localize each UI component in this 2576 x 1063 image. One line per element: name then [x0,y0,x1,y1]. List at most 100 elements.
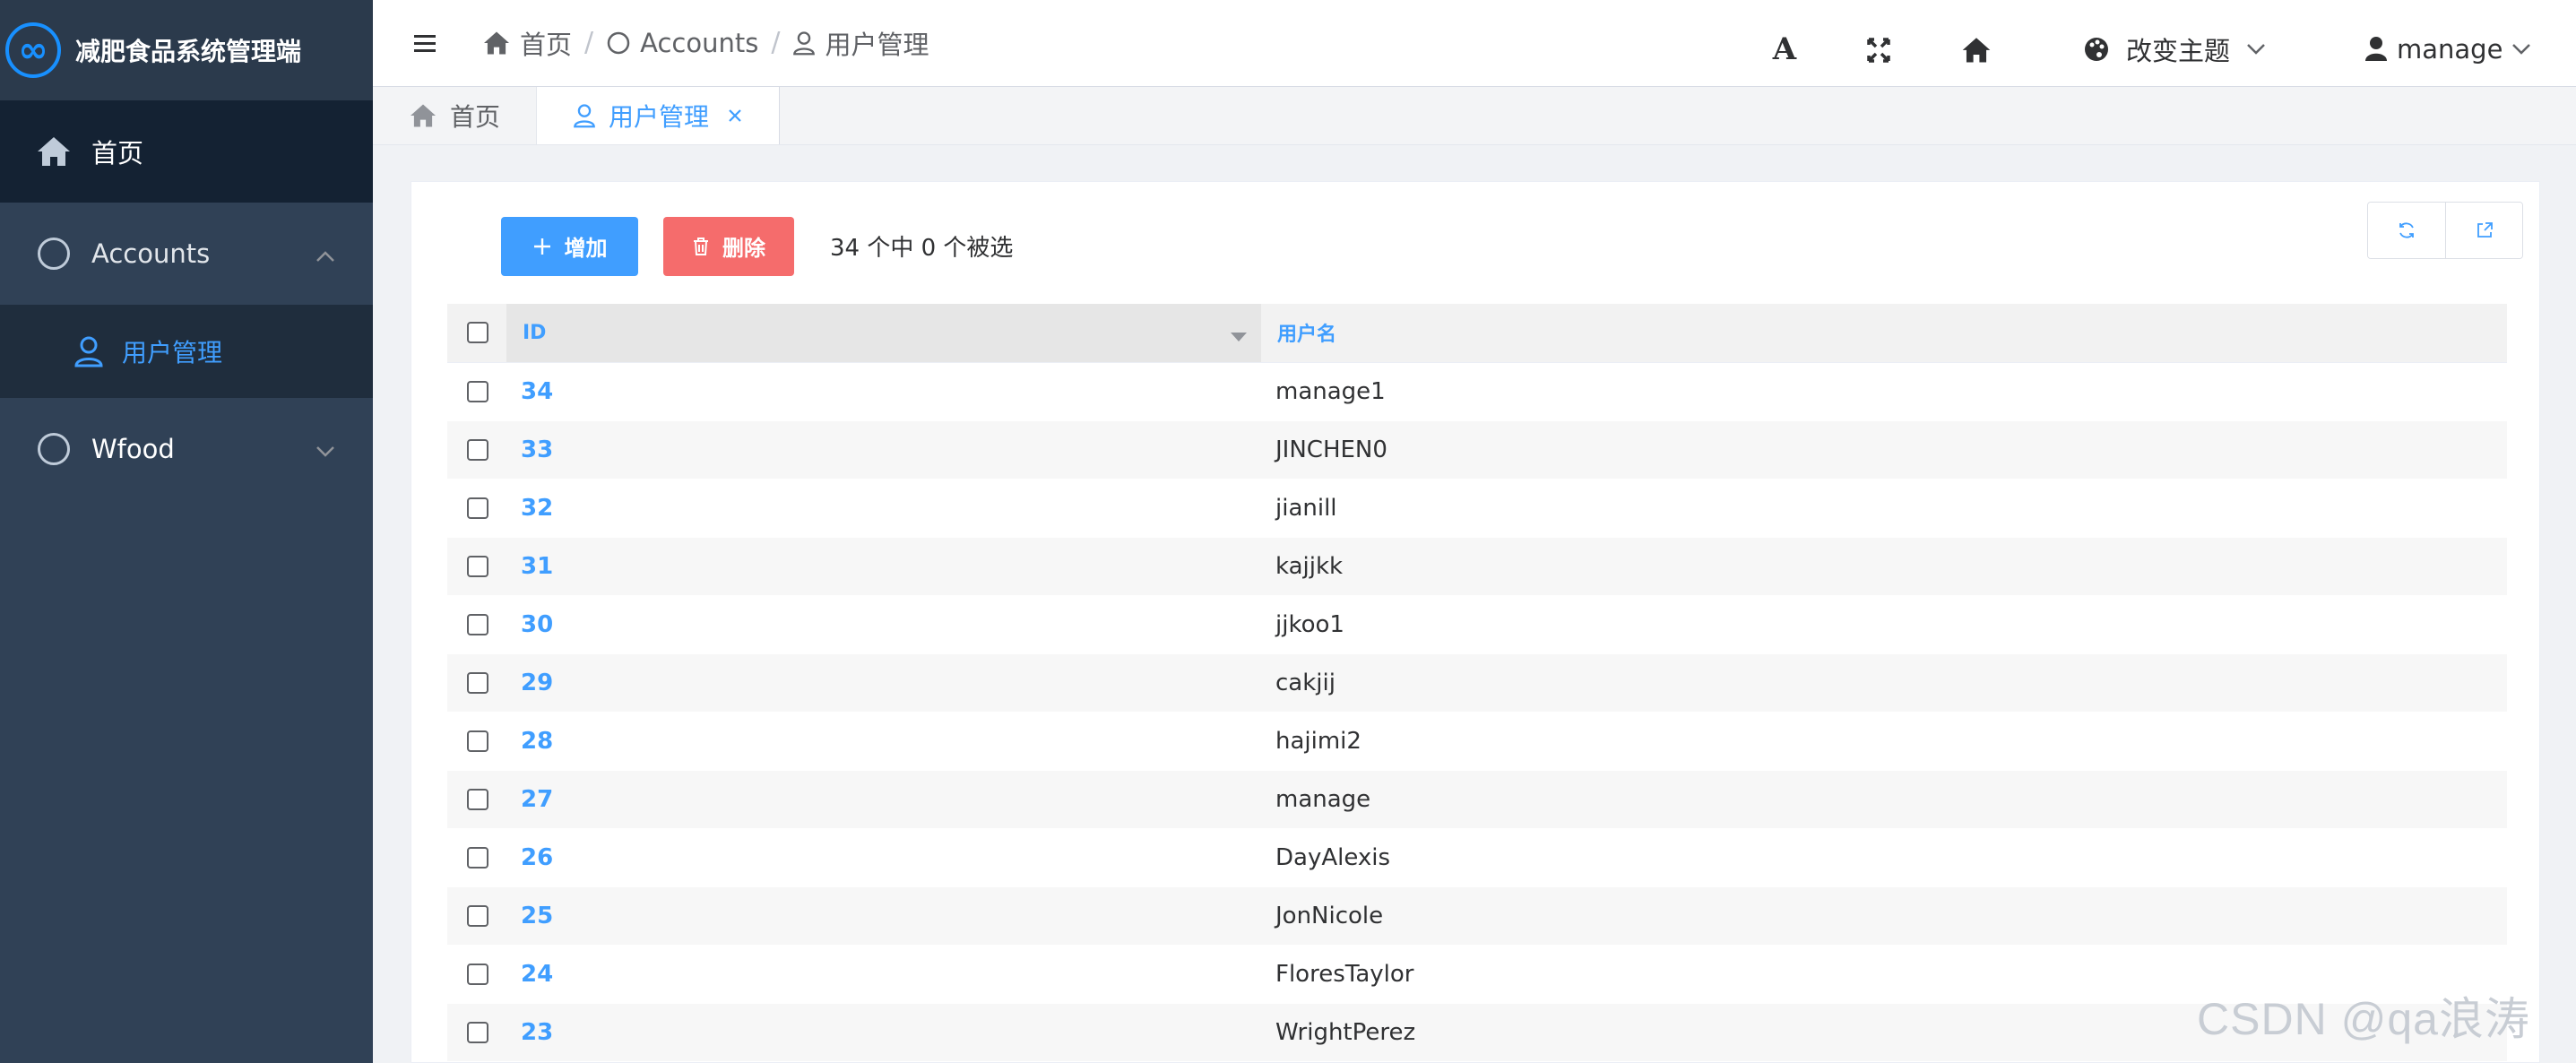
trash-icon [694,237,708,255]
column-header-id[interactable]: ID [506,303,1261,363]
row-checkbox[interactable] [467,730,488,752]
id-cell[interactable]: 30 [506,595,1261,654]
table-row[interactable]: 34 manage1 [447,362,2507,421]
table-row[interactable]: 26 DayAlexis [447,828,2507,887]
close-icon[interactable] [727,108,743,124]
select-all-cell [447,303,506,363]
breadcrumb-separator: / [584,27,594,59]
refresh-icon [2399,221,2414,238]
row-checkbox[interactable] [467,497,488,519]
chevron-down-icon [316,434,335,464]
table-row[interactable]: 29 cakjij [447,653,2507,713]
row-checkbox[interactable] [467,672,488,694]
table-header-row: ID 用户名 [447,303,2507,363]
id-cell[interactable]: 24 [506,945,1261,1004]
row-select-cell [447,420,506,480]
row-select-cell [447,828,506,887]
export-button[interactable] [2445,202,2522,258]
top-navbar: 首页 / Accounts / 用户管理 A 改变主题 manage [373,0,2576,87]
user-name: manage [2397,34,2503,65]
row-checkbox[interactable] [467,556,488,577]
table-row[interactable]: 31 kajjkk [447,537,2507,596]
row-checkbox[interactable] [467,1022,488,1043]
row-select-cell [447,712,506,771]
id-cell[interactable]: 32 [506,479,1261,538]
chevron-up-icon [316,238,335,269]
tab-home[interactable]: 首页 [373,86,538,144]
id-cell[interactable]: 31 [506,537,1261,596]
tab-user-management[interactable]: 用户管理 [537,86,781,144]
row-select-cell [447,653,506,713]
row-checkbox[interactable] [467,905,488,927]
user-dropdown[interactable]: manage [2364,27,2531,72]
id-cell[interactable]: 25 [506,886,1261,946]
id-cell[interactable]: 34 [506,362,1261,421]
table-toolbar: 增加 删除 34 个中 0 个被选 [447,200,2503,293]
sidebar-item-accounts[interactable]: Accounts [0,203,373,305]
theme-switch-button[interactable]: 改变主题 [2083,27,2266,72]
sidebar-item-label: 用户管理 [122,338,223,367]
sidebar-item-wfood[interactable]: Wfood [0,398,373,500]
breadcrumb-separator: / [771,27,781,59]
sidebar-item-home[interactable]: 首页 [0,100,373,203]
svg-text:A: A [1772,31,1797,67]
delete-button[interactable]: 删除 [663,216,794,276]
add-button[interactable]: 增加 [501,216,638,276]
refresh-button[interactable] [2368,202,2445,258]
main-area: 首页 / Accounts / 用户管理 A 改变主题 manage 首页 用户… [373,0,2576,1063]
table-row[interactable]: 28 hajimi2 [447,712,2507,771]
home-icon [36,134,72,169]
user-icon [574,103,595,127]
sidebar-item-label: 首页 [91,138,144,169]
username-cell: manage1 [1261,362,2507,421]
username-cell: DayAlexis [1261,828,2507,887]
row-checkbox[interactable] [467,789,488,810]
circle-icon [36,431,72,467]
table-row[interactable]: 33 JINCHEN0 [447,420,2507,480]
hamburger-menu-icon[interactable] [412,32,445,54]
sidebar-item-user-management[interactable]: 用户管理 [0,305,373,398]
app-root: ∞ 减肥食品系统管理端 首页 Accounts 用户管理 Wfood 首页 / … [0,0,2576,1063]
table-row[interactable]: 32 jianill [447,479,2507,538]
username-cell: manage [1261,770,2507,829]
row-select-cell [447,479,506,538]
username-cell: cakjij [1261,653,2507,713]
watermark: CSDN @qa浪涛 [2197,994,2530,1044]
logo: ∞ 减肥食品系统管理端 [0,0,373,100]
id-cell[interactable]: 26 [506,828,1261,887]
row-checkbox[interactable] [467,964,488,985]
chevron-down-icon [2247,44,2265,55]
home-icon[interactable] [1961,27,1992,72]
row-checkbox[interactable] [467,847,488,869]
id-cell[interactable]: 23 [506,1003,1261,1062]
breadcrumb-accounts[interactable]: Accounts [606,28,758,58]
row-select-cell [447,595,506,654]
table-row[interactable]: 25 JonNicole [447,886,2507,946]
username-cell: JonNicole [1261,886,2507,946]
id-cell[interactable]: 27 [506,770,1261,829]
row-checkbox[interactable] [467,381,488,402]
column-header-username[interactable]: 用户名 [1261,303,2507,363]
infinity-logo-icon: ∞ [5,22,61,78]
id-cell[interactable]: 28 [506,712,1261,771]
font-size-icon[interactable]: A [1771,27,1798,72]
id-cell[interactable]: 33 [506,420,1261,480]
table-row[interactable]: 30 jjkoo1 [447,595,2507,654]
row-select-cell [447,1003,506,1062]
table-card: 增加 删除 34 个中 0 个被选 ID 用户名 34 manage1 33 J… [411,180,2540,1063]
row-checkbox[interactable] [467,614,488,635]
user-table: ID 用户名 34 manage1 33 JINCHEN0 32 jianill 31 kaj… [447,303,2507,1062]
content-area: 增加 删除 34 个中 0 个被选 ID 用户名 34 manage1 33 J… [373,145,2576,1063]
fullscreen-icon[interactable] [1865,27,1892,72]
id-cell[interactable]: 29 [506,653,1261,713]
sidebar-item-label: Accounts [91,238,211,269]
table-row[interactable]: 27 manage [447,770,2507,829]
sort-desc-icon [1231,332,1247,341]
circle-icon [607,31,630,55]
breadcrumb-home[interactable]: 首页 [482,24,572,62]
row-checkbox[interactable] [467,439,488,461]
user-icon [2365,37,2387,61]
circle-icon [36,236,72,272]
row-select-cell [447,537,506,596]
select-all-checkbox[interactable] [467,322,488,344]
